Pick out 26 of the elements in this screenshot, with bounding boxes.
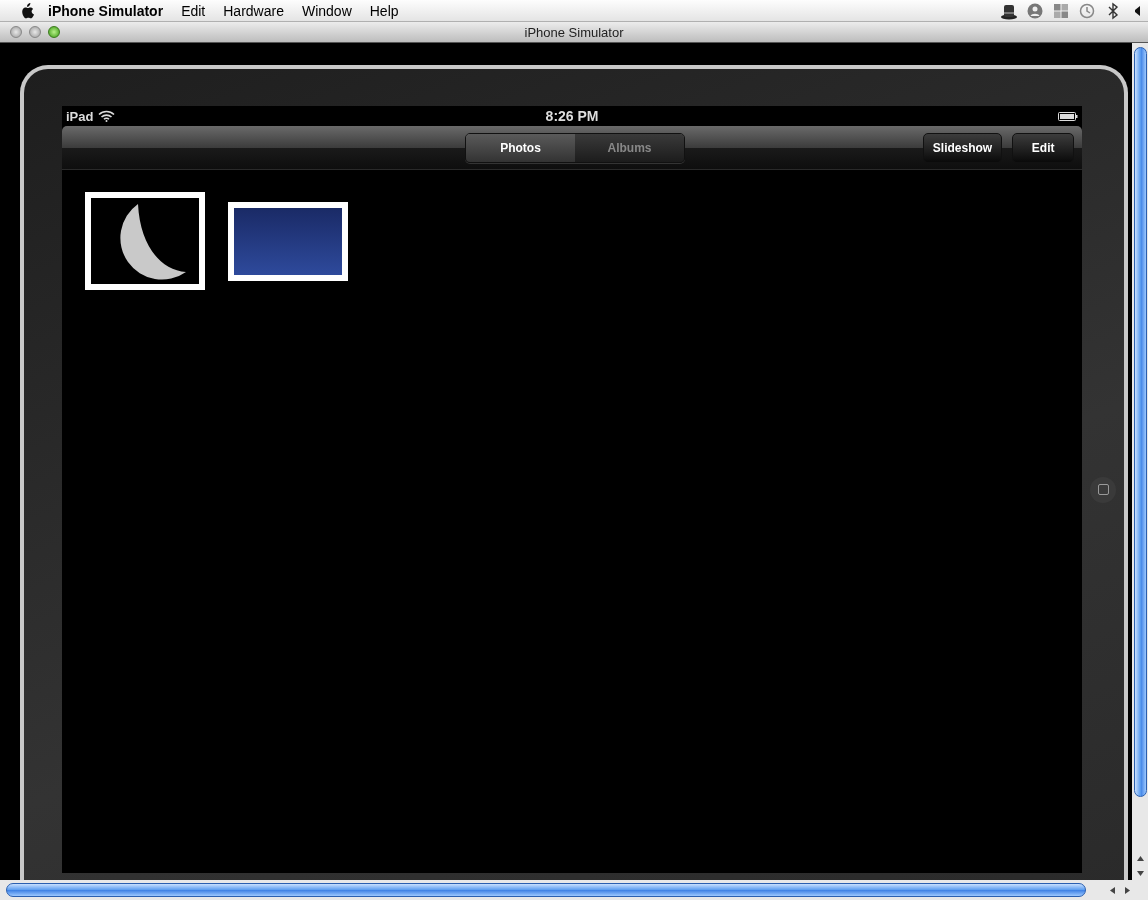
horizontal-scrollbar[interactable] [0, 880, 1148, 900]
scroll-thumb[interactable] [6, 883, 1086, 897]
scroll-thumb[interactable] [1133, 47, 1147, 797]
battery-icon [1058, 111, 1079, 121]
window-title: iPhone Simulator [523, 24, 625, 40]
menu-item[interactable]: Window [301, 2, 352, 19]
photo-placeholder[interactable] [228, 201, 348, 281]
segment-tab[interactable]: Albums [575, 134, 684, 162]
zoom-button[interactable] [48, 26, 60, 38]
grid-icon[interactable] [1052, 1, 1070, 20]
person-circle-icon[interactable] [1026, 1, 1044, 20]
vertical-scrollbar[interactable] [1132, 43, 1148, 880]
menu-item[interactable]: Edit [181, 2, 206, 19]
menu-item[interactable]: Hardware [223, 2, 284, 19]
app-menu[interactable]: iPhone Simulator [48, 2, 164, 19]
menu-item[interactable]: Help [369, 2, 399, 19]
home-button[interactable] [1090, 476, 1117, 503]
clock-icon[interactable] [1078, 1, 1096, 20]
toolbar-button[interactable]: Slideshow [922, 132, 1003, 163]
carrier-name: iPad [66, 108, 94, 124]
apple-logo-icon[interactable] [20, 2, 34, 19]
moon-photo-drawing[interactable] [85, 192, 205, 290]
segment-tab[interactable]: Photos [466, 134, 575, 162]
wifi-icon [98, 110, 116, 122]
clock-time: 8:26 PM [545, 108, 599, 124]
toolbar-button[interactable]: Edit [1012, 132, 1075, 163]
